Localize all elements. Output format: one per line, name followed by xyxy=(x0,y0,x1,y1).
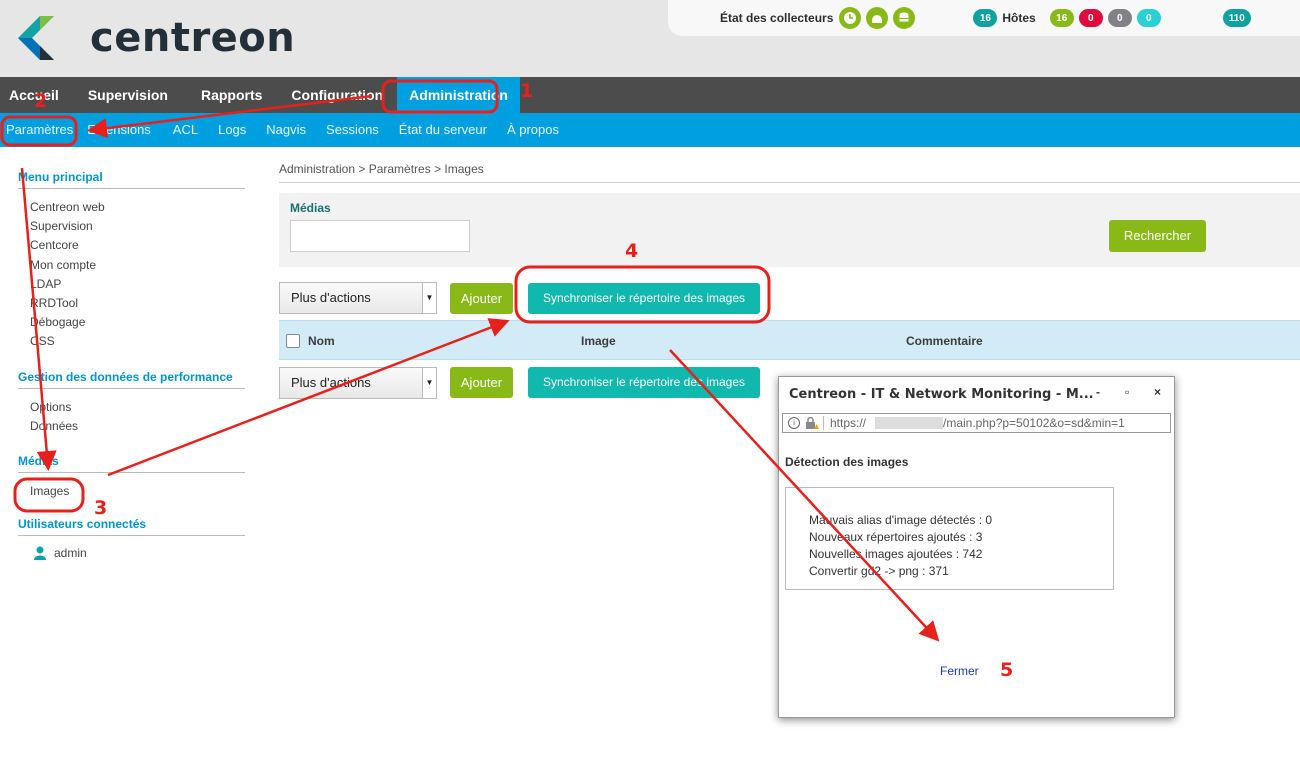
hosts-unreachable-badge[interactable]: 0 xyxy=(1107,9,1132,27)
hosts-down-badge[interactable]: 0 xyxy=(1078,9,1103,27)
nav-supervision[interactable]: Supervision xyxy=(79,77,192,113)
add-button-bottom[interactable]: Ajouter xyxy=(450,367,513,398)
select-all-checkbox[interactable] xyxy=(286,334,300,348)
column-commentaire[interactable]: Commentaire xyxy=(906,334,983,348)
header: centreon État des collecteurs 16 Hôtes 1… xyxy=(0,0,1300,77)
close-window-button[interactable]: × xyxy=(1154,385,1161,399)
subnav-parametres[interactable]: Paramètres xyxy=(0,113,87,147)
sidebar-item-debogage[interactable]: Débogage xyxy=(18,313,245,332)
centreon-logo-icon xyxy=(18,16,54,60)
logo-text: centreon xyxy=(90,15,296,61)
hosts-pending-badge[interactable]: 0 xyxy=(1136,9,1161,27)
clock-icon[interactable] xyxy=(839,7,862,29)
top-status-bar: État des collecteurs 16 Hôtes 16 0 0 0 1… xyxy=(668,0,1300,36)
more-actions-label: Plus d'actions xyxy=(291,290,371,305)
sidebar-item-centcore[interactable]: Centcore xyxy=(18,236,245,255)
insecure-lock-icon xyxy=(805,416,819,433)
annotation-1: 1 xyxy=(520,80,534,102)
sidebar-item-mon-compte[interactable]: Mon compte xyxy=(18,256,245,275)
detection-results: Mauvais alias d'image détectés : 0 Nouve… xyxy=(785,487,1114,590)
url-suffix: /main.php?p=50102&o=sd&min=1 xyxy=(943,416,1125,430)
breadcrumb: Administration > Paramètres > Images xyxy=(279,162,1300,183)
search-button[interactable]: Rechercher xyxy=(1109,220,1206,252)
detection-title: Détection des images xyxy=(785,455,909,469)
maximize-button[interactable]: ▫ xyxy=(1125,385,1129,399)
sidebar-item-options[interactable]: Options xyxy=(18,398,245,417)
column-image[interactable]: Image xyxy=(581,334,616,348)
sidebar-heading-medias: Médias xyxy=(18,454,245,473)
sidebar-item-centreon-web[interactable]: Centreon web xyxy=(18,198,245,217)
more-actions-label: Plus d'actions xyxy=(291,375,371,390)
result-new-images: Nouvelles images ajoutées : 742 xyxy=(809,547,983,561)
medias-search-input[interactable] xyxy=(290,220,470,252)
result-converted: Convertir gd2 -> png : 371 xyxy=(809,564,949,578)
annotation-3: 3 xyxy=(94,497,108,519)
url-separator xyxy=(823,416,824,430)
close-link[interactable]: Fermer xyxy=(940,664,979,678)
collectors-label: État des collecteurs xyxy=(720,11,834,25)
sub-nav: Paramètres Extensions ACL Logs Nagvis Se… xyxy=(0,113,1300,147)
database-icon[interactable] xyxy=(893,7,916,29)
annotation-4: 4 xyxy=(625,240,639,262)
info-icon[interactable]: i xyxy=(788,417,800,429)
url-prefix: https:// xyxy=(830,416,867,430)
poller-icon[interactable] xyxy=(866,7,889,29)
sidebar-item-css[interactable]: CSS xyxy=(18,332,245,351)
table-header: Nom Image Commentaire xyxy=(279,320,1300,360)
subnav-a-propos[interactable]: À propos xyxy=(499,113,567,147)
sync-result-popup: Centreon - IT & Network Monitoring - M..… xyxy=(778,376,1175,718)
user-icon xyxy=(34,546,46,561)
subnav-sessions[interactable]: Sessions xyxy=(318,113,391,147)
chevron-down-icon: ▼ xyxy=(422,283,436,313)
main-nav: Accueil Supervision Rapports Configurati… xyxy=(0,77,1300,113)
popup-title: Centreon - IT & Network Monitoring - M..… xyxy=(789,387,1094,402)
nav-rapports[interactable]: Rapports xyxy=(192,77,282,113)
hosts-label: Hôtes xyxy=(1002,11,1036,25)
column-nom[interactable]: Nom xyxy=(308,334,335,348)
sync-images-button-top[interactable]: Synchroniser le répertoire des images xyxy=(528,283,760,314)
url-bar[interactable]: i https:// /main.php?p=50102&o=sd&min=1 xyxy=(782,413,1171,433)
sidebar-heading-utilisateurs: Utilisateurs connectés xyxy=(18,517,245,537)
redacted-host xyxy=(875,417,943,429)
subnav-logs[interactable]: Logs xyxy=(210,113,258,147)
sidebar: Menu principal Centreon web Supervision … xyxy=(18,170,245,561)
centreon-logo[interactable]: centreon xyxy=(18,13,295,63)
annotation-5: 5 xyxy=(1000,659,1014,681)
result-bad-alias: Mauvais alias d'image détectés : 0 xyxy=(809,513,993,527)
hosts-up-badge[interactable]: 16 xyxy=(1049,9,1074,27)
minimize-button[interactable]: - xyxy=(1096,385,1100,399)
sidebar-item-ldap[interactable]: LDAP xyxy=(18,275,245,294)
sidebar-heading-menu-principal: Menu principal xyxy=(18,170,245,189)
sync-images-button-bottom[interactable]: Synchroniser le répertoire des images xyxy=(528,367,760,398)
annotation-2: 2 xyxy=(34,90,48,112)
connected-user[interactable]: admin xyxy=(18,546,245,561)
sidebar-item-supervision[interactable]: Supervision xyxy=(18,217,245,236)
sidebar-item-rrdtool[interactable]: RRDTool xyxy=(18,294,245,313)
add-button-top[interactable]: Ajouter xyxy=(450,283,513,314)
connected-user-name: admin xyxy=(54,546,87,561)
subnav-etat-serveur[interactable]: État du serveur xyxy=(391,113,499,147)
medias-filter-label: Médias xyxy=(290,201,331,215)
subnav-acl[interactable]: ACL xyxy=(165,113,210,147)
filter-panel: Médias Rechercher xyxy=(279,193,1300,267)
sidebar-item-images[interactable]: Images xyxy=(18,482,245,501)
chevron-down-icon: ▼ xyxy=(422,368,436,398)
result-new-dirs: Nouveaux répertoires ajoutés : 3 xyxy=(809,530,983,544)
nav-administration[interactable]: Administration xyxy=(397,77,520,113)
subnav-nagvis[interactable]: Nagvis xyxy=(258,113,318,147)
sidebar-item-donnees[interactable]: Données xyxy=(18,417,245,436)
services-count-badge[interactable]: 110 xyxy=(1222,9,1251,27)
more-actions-select-bottom[interactable]: Plus d'actions ▼ xyxy=(279,367,437,399)
sidebar-heading-performance: Gestion des données de performance xyxy=(18,370,245,389)
subnav-extensions[interactable]: Extensions xyxy=(87,113,165,147)
hosts-count-badge[interactable]: 16 xyxy=(973,9,998,27)
nav-configuration[interactable]: Configuration xyxy=(282,77,397,113)
more-actions-select-top[interactable]: Plus d'actions ▼ xyxy=(279,282,437,314)
